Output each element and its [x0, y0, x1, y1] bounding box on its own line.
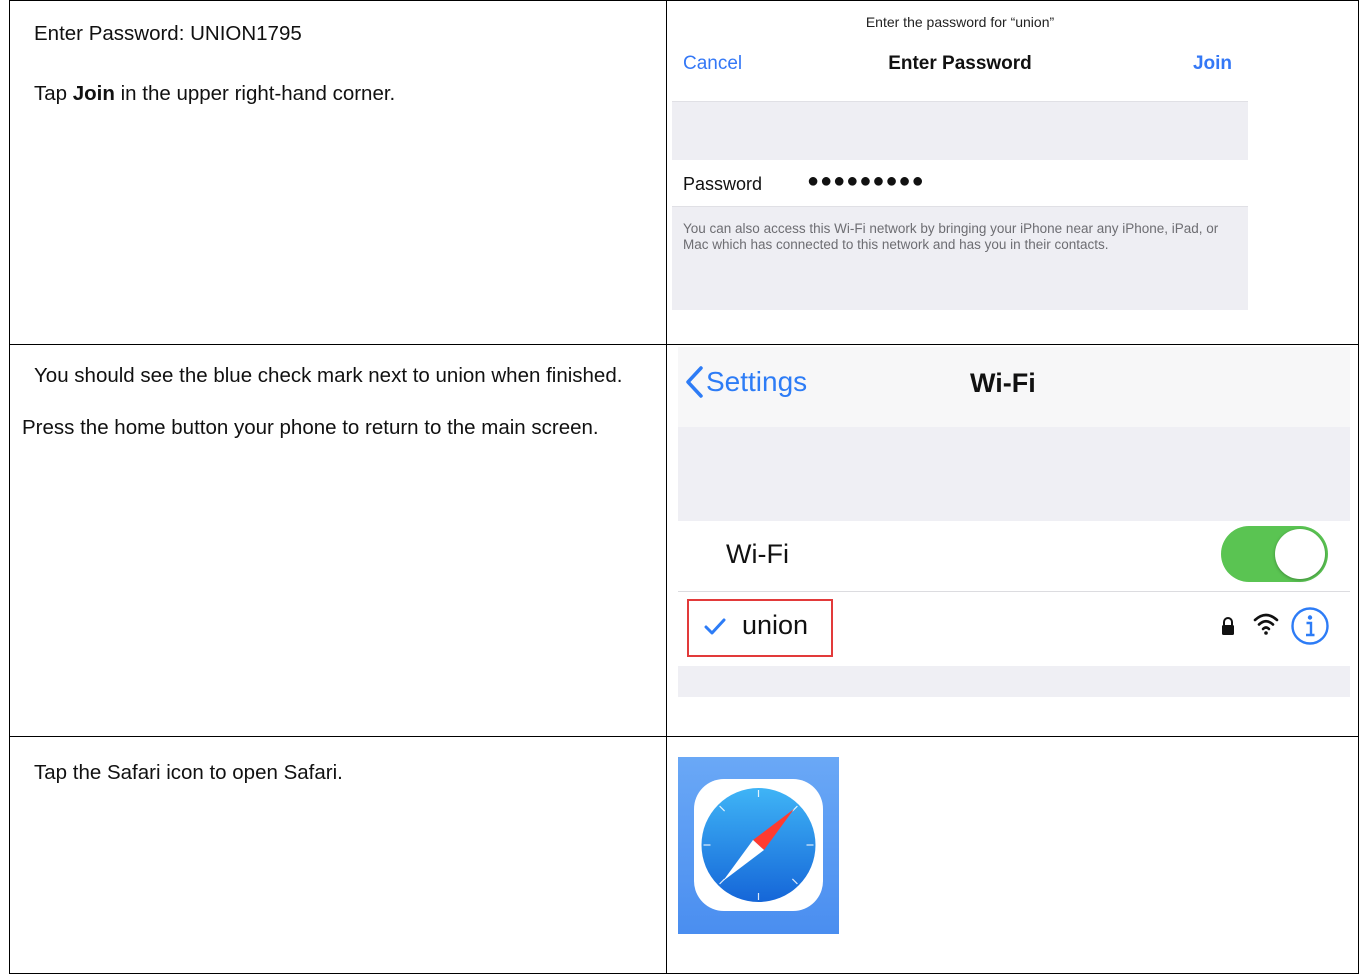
password-field-row[interactable]: Password ●●●●●●●●● [672, 160, 1248, 206]
toggle-knob [1275, 529, 1325, 579]
section-spacer [678, 666, 1350, 697]
back-button[interactable]: Settings [684, 365, 807, 399]
section-spacer [672, 101, 1248, 161]
safari-instruction: Tap the Safari icon to open Safari. [34, 761, 343, 784]
join-button[interactable]: Join [1193, 53, 1232, 75]
password-field[interactable]: ●●●●●●●●● [807, 170, 925, 193]
safari-compass-icon[interactable] [678, 757, 839, 934]
wifi-screenshot: Settings Wi-Fi Wi-Fi union [678, 347, 1350, 697]
checkmark-instruction: You should see the blue check mark next … [34, 364, 623, 387]
column-divider [666, 1, 667, 973]
back-label: Settings [706, 366, 808, 397]
wifi-toggle-label: Wi-Fi [726, 539, 789, 569]
password-field-label: Password [683, 174, 763, 194]
wifi-toggle[interactable] [1221, 526, 1328, 582]
wifi-toggle-row: Wi-Fi [678, 521, 1350, 592]
nav-bar: Settings Wi-Fi [678, 347, 1350, 427]
row-divider [10, 736, 1358, 737]
row-divider [10, 344, 1358, 345]
join-instruction: Tap Join in the upper right-hand corner. [34, 82, 396, 105]
section-spacer [678, 427, 1350, 521]
password-instruction: Enter Password: UNION1795 [34, 22, 302, 45]
password-screenshot: Enter the password for “union” Enter Pas… [672, 8, 1248, 311]
network-row-union[interactable]: union [678, 592, 1350, 666]
network-sharing-note: You can also access this Wi-Fi network b… [672, 206, 1248, 310]
info-icon[interactable] [1290, 606, 1330, 646]
password-prompt: Enter the password for “union” [865, 14, 1055, 30]
checkmark-icon [704, 618, 726, 635]
chevron-left-icon [686, 366, 703, 398]
home-button-instruction: Press the home button your phone to retu… [22, 416, 599, 439]
wifi-title: Wi-Fi [970, 368, 1036, 398]
wifi-signal-icon [1253, 613, 1279, 635]
join-emphasis: Join [72, 82, 115, 105]
lock-icon [1222, 617, 1234, 635]
step-confirm-text: You should see the blue check mark next … [22, 359, 654, 444]
step-safari-text: Tap the Safari icon to open Safari. [34, 756, 654, 789]
cancel-button[interactable]: Cancel [683, 53, 742, 75]
step-password-text: Enter Password: UNION1795 Tap Join in th… [34, 17, 654, 110]
password-title: Enter Password [888, 53, 1032, 74]
network-name: union [742, 610, 809, 640]
